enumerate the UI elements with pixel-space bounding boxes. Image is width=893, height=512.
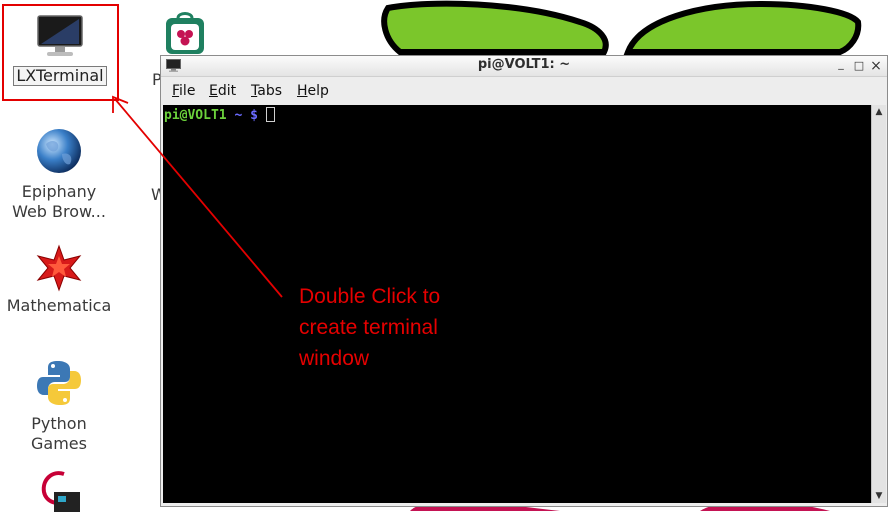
annotation-line: window xyxy=(299,347,370,370)
close-button[interactable]: × xyxy=(868,58,884,74)
menu-label-rest: abs xyxy=(257,83,282,99)
menu-mnemonic: E xyxy=(209,83,218,99)
maximize-button[interactable]: □ xyxy=(851,58,867,74)
menu-tabs[interactable]: Tabs xyxy=(251,83,282,99)
debian-icon xyxy=(41,471,80,512)
desktop-icon-label: Web Brow... xyxy=(12,202,106,221)
scroll-down-arrow-icon[interactable]: ▼ xyxy=(872,489,886,503)
mathematica-star-icon xyxy=(36,244,82,292)
desktop-icon-debian[interactable] xyxy=(0,468,118,512)
text-cursor xyxy=(265,107,275,122)
desktop-icon-label: Python xyxy=(31,414,87,433)
menu-help[interactable]: Help xyxy=(297,83,329,99)
menu-mnemonic: H xyxy=(297,83,308,99)
desktop-icon-label: Mathematica xyxy=(6,296,112,315)
shell-prompt: pi@VOLT1 ~ $ xyxy=(164,107,275,123)
desktop-icon-label: Epiphany xyxy=(21,182,97,201)
title-bar[interactable]: pi@VOLT1: ~ _ □ × xyxy=(161,56,887,77)
annotation-callout: Double Click to create terminal window xyxy=(299,281,519,374)
annotation-line: Double Click to xyxy=(299,285,441,308)
window-title: pi@VOLT1: ~ xyxy=(477,57,571,72)
menu-edit[interactable]: Edit xyxy=(209,83,236,99)
menu-label-rest: elp xyxy=(307,83,329,99)
menu-mnemonic: F xyxy=(172,83,180,99)
desktop-icon-epiphany[interactable]: Epiphany Web Brow... xyxy=(0,126,118,222)
globe-icon xyxy=(37,129,81,173)
menu-file[interactable]: File xyxy=(172,83,195,99)
prompt-path: ~ $ xyxy=(226,108,266,123)
highlight-box xyxy=(2,4,119,101)
prompt-user-host: pi@VOLT1 xyxy=(164,108,227,123)
pi-store-icon xyxy=(166,12,204,54)
desktop-icon-pi-store[interactable] xyxy=(150,12,220,56)
menu-bar: File Edit Tabs Help xyxy=(161,78,887,104)
annotation-line: create terminal xyxy=(299,316,438,339)
desktop-icon-python-games[interactable]: Python Games xyxy=(0,358,118,454)
desktop-icon-mathematica[interactable]: Mathematica xyxy=(0,244,118,316)
menu-label-rest: ile xyxy=(179,83,196,99)
python-icon xyxy=(37,361,81,405)
wallpaper-leaf-left xyxy=(381,0,609,55)
vertical-scrollbar[interactable]: ▲ ▼ xyxy=(871,105,886,503)
menu-label-rest: dit xyxy=(217,83,237,99)
wallpaper-leaf-right xyxy=(623,0,862,55)
terminal-window[interactable]: pi@VOLT1: ~ _ □ × File Edit Tabs Help pi… xyxy=(160,55,888,507)
minimize-button[interactable]: _ xyxy=(833,56,849,72)
scroll-up-arrow-icon[interactable]: ▲ xyxy=(872,105,886,119)
desktop-icon-label: Games xyxy=(31,434,87,453)
